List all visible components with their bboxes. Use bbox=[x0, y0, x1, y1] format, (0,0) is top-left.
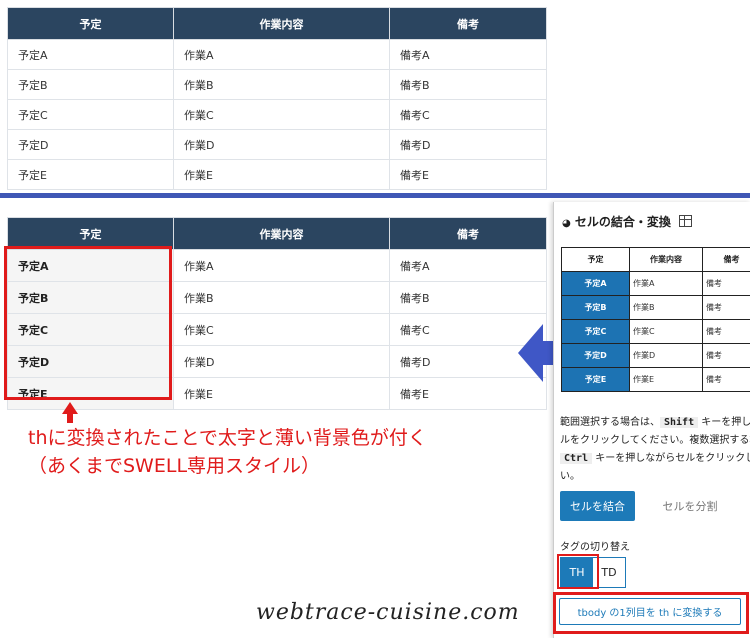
table-cell: 備考E bbox=[389, 159, 547, 190]
preview-selected-cell[interactable]: 予定B bbox=[561, 295, 630, 320]
table-cell: 作業D bbox=[173, 345, 390, 378]
tag-switch-label: タグの切り替え bbox=[560, 542, 630, 553]
convert-button-highlight bbox=[553, 592, 749, 634]
table-row: 予定A 作業A 備考A bbox=[7, 39, 547, 70]
table-cell: 作業B bbox=[173, 281, 390, 314]
table-cell: 備考D bbox=[389, 129, 547, 160]
preview-selected-cell[interactable]: 予定A bbox=[561, 271, 630, 296]
split-cells-button[interactable]: セルを分割 bbox=[650, 491, 730, 521]
help-text-prefix: 範囲選択する場合は、 bbox=[560, 417, 660, 428]
preview-selected-cell[interactable]: 予定C bbox=[561, 319, 630, 344]
table-cell: 予定E bbox=[7, 159, 174, 190]
table-icon bbox=[679, 215, 693, 227]
preview-cell[interactable]: 備考 bbox=[702, 343, 750, 368]
table-before: 予定 作業内容 備考 予定A 作業A 備考A 予定B 作業B 備考B 予定C 作業C 備考C… bbox=[7, 7, 547, 190]
ctrl-key-label: Ctrl bbox=[560, 453, 593, 464]
preview-cell[interactable]: 備考 bbox=[702, 367, 750, 392]
table-cell: 備考B bbox=[389, 69, 547, 100]
preview-header-cell[interactable]: 備考 bbox=[702, 247, 750, 272]
preview-table: 予定 作業内容 備考 予定A 作業A 備考 予定B 作業B 備考 予定C 作業C 備考 予定… bbox=[561, 247, 750, 392]
table-cell: 備考A bbox=[389, 39, 547, 70]
column-header: 予定 bbox=[7, 217, 174, 250]
table-cell: 作業E bbox=[173, 377, 390, 410]
table-cell: 予定C bbox=[7, 99, 174, 130]
table-row: 予定C 作業C 備考C bbox=[7, 99, 547, 130]
table-cell: 作業C bbox=[173, 99, 390, 130]
table-cell: 作業B bbox=[173, 69, 390, 100]
table-cell: 備考C bbox=[389, 99, 547, 130]
swell-logo-icon: ◕ bbox=[562, 218, 571, 229]
column-header: 作業内容 bbox=[173, 7, 390, 40]
column-header: 備考 bbox=[389, 217, 547, 250]
shift-key-label: Shift bbox=[660, 417, 699, 428]
table-cell: 備考D bbox=[389, 345, 547, 378]
table-row: 予定D 作業D 備考D bbox=[7, 129, 547, 160]
preview-header-cell[interactable]: 予定 bbox=[561, 247, 630, 272]
preview-cell[interactable]: 作業B bbox=[629, 295, 703, 320]
table-cell: 作業D bbox=[173, 129, 390, 160]
preview-cell[interactable]: 作業D bbox=[629, 343, 703, 368]
preview-cell[interactable]: 作業C bbox=[629, 319, 703, 344]
toggle-highlight bbox=[557, 554, 599, 589]
preview-selected-cell[interactable]: 予定D bbox=[561, 343, 630, 368]
table-cell: 予定B bbox=[7, 69, 174, 100]
table-cell: 備考C bbox=[389, 313, 547, 346]
preview-row: 予定A 作業A 備考 bbox=[561, 271, 750, 296]
panel-title: ◕ セルの結合・変換 bbox=[562, 213, 693, 230]
preview-header-cell[interactable]: 作業内容 bbox=[629, 247, 703, 272]
preview-cell[interactable]: 作業A bbox=[629, 271, 703, 296]
preview-cell[interactable]: 備考 bbox=[702, 295, 750, 320]
preview-cell[interactable]: 作業E bbox=[629, 367, 703, 392]
preview-row: 予定B 作業B 備考 bbox=[561, 295, 750, 320]
preview-cell[interactable]: 備考 bbox=[702, 319, 750, 344]
panel-title-text: セルの結合・変換 bbox=[574, 215, 671, 229]
section-separator bbox=[0, 193, 750, 198]
table-cell: 予定A bbox=[7, 39, 174, 70]
table-cell: 作業E bbox=[173, 159, 390, 190]
table-cell: 作業A bbox=[173, 39, 390, 70]
preview-selected-cell[interactable]: 予定E bbox=[561, 367, 630, 392]
preview-row: 予定E 作業E 備考 bbox=[561, 367, 750, 392]
column-header: 備考 bbox=[389, 7, 547, 40]
table-cell: 備考B bbox=[389, 281, 547, 314]
table-cell: 備考E bbox=[389, 377, 547, 410]
table-cell: 備考A bbox=[389, 249, 547, 282]
preview-row: 予定C 作業C 備考 bbox=[561, 319, 750, 344]
preview-row: 予定D 作業D 備考 bbox=[561, 343, 750, 368]
table-cell: 作業A bbox=[173, 249, 390, 282]
table-row: 予定E 作業E 備考E bbox=[7, 159, 547, 190]
table-row: 予定B 作業B 備考B bbox=[7, 69, 547, 100]
annotation-line-1: thに変換されたことで太字と薄い背景色が付く bbox=[28, 427, 427, 449]
help-text: 範囲選択する場合は、Shift キーを押しながらセルをクリックしてください。複数… bbox=[560, 414, 750, 486]
header-row: 予定 作業内容 備考 bbox=[7, 7, 547, 40]
th-column-highlight bbox=[4, 246, 172, 400]
table-cell: 予定D bbox=[7, 129, 174, 160]
column-header: 作業内容 bbox=[173, 217, 390, 250]
preview-header-row: 予定 作業内容 備考 bbox=[561, 247, 750, 272]
column-header: 予定 bbox=[7, 7, 174, 40]
merge-cells-button[interactable]: セルを結合 bbox=[560, 491, 635, 521]
preview-cell[interactable]: 備考 bbox=[702, 271, 750, 296]
annotation-line-2: （あくまでSWELL専用スタイル） bbox=[28, 455, 321, 477]
table-cell: 作業C bbox=[173, 313, 390, 346]
watermark: webtrace-cuisine.com bbox=[256, 600, 520, 625]
header-row: 予定 作業内容 備考 bbox=[7, 217, 547, 250]
